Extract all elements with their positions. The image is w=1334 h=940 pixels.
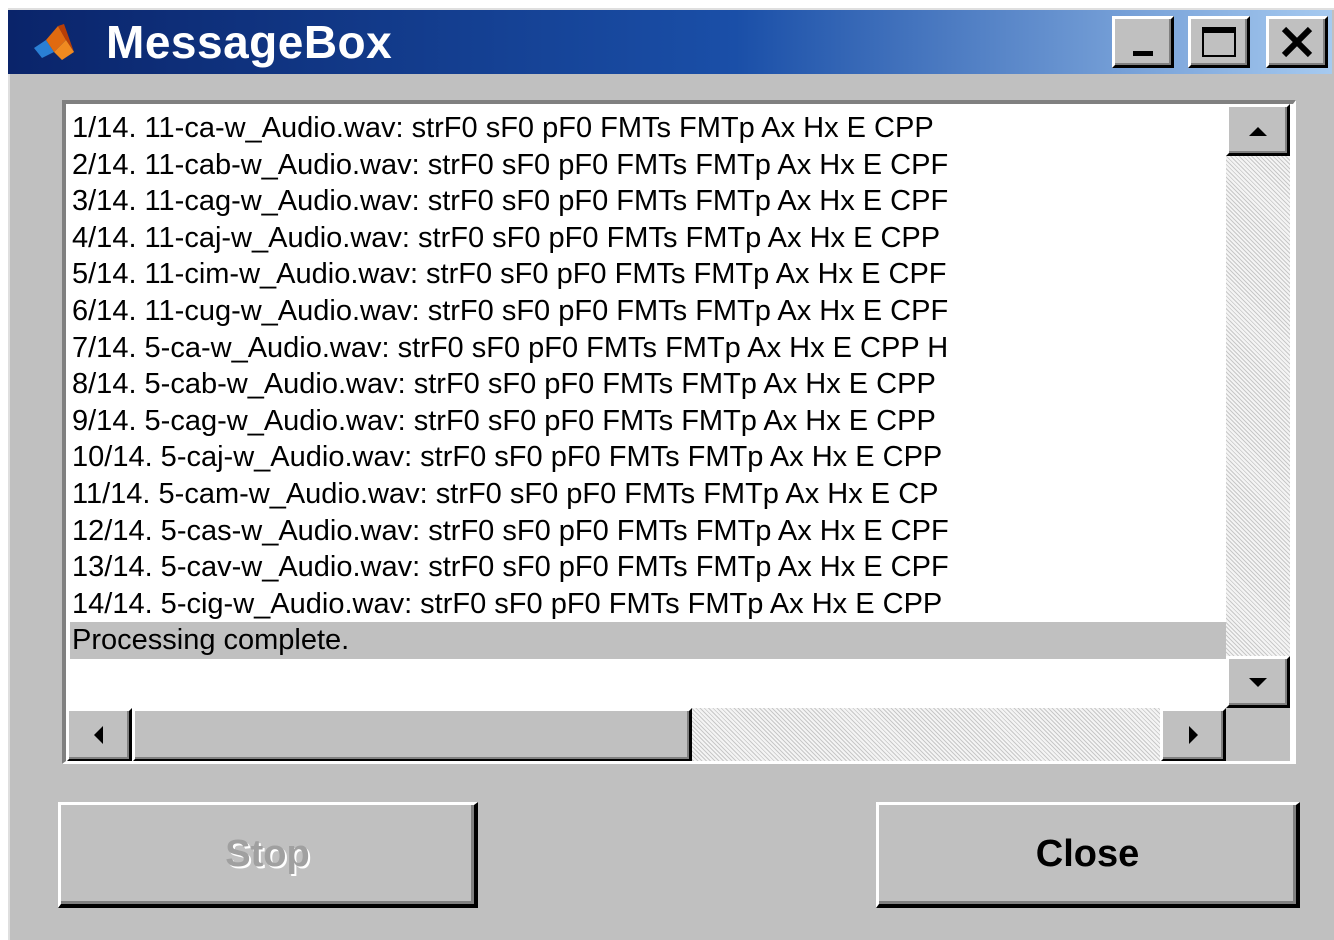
window-title: MessageBox — [106, 16, 393, 68]
message-list[interactable]: 1/14. 11-ca-w_Audio.wav: strF0 sF0 pF0 F… — [70, 110, 1226, 660]
scroll-left-button[interactable] — [66, 708, 132, 761]
minimize-icon — [1133, 51, 1153, 56]
list-item[interactable]: 10/14. 5-caj-w_Audio.wav: strF0 sF0 pF0 … — [70, 439, 1226, 476]
scroll-up-button[interactable] — [1226, 104, 1290, 156]
list-item[interactable]: 4/14. 11-caj-w_Audio.wav: strF0 sF0 pF0 … — [70, 220, 1226, 257]
list-item[interactable]: 3/14. 11-cag-w_Audio.wav: strF0 sF0 pF0 … — [70, 183, 1226, 220]
scroll-right-button[interactable] — [1160, 708, 1226, 761]
close-icon — [1281, 26, 1313, 58]
scrollbar-corner — [1226, 708, 1290, 761]
list-item[interactable]: 8/14. 5-cab-w_Audio.wav: strF0 sF0 pF0 F… — [70, 366, 1226, 403]
minimize-button[interactable] — [1112, 16, 1174, 68]
horizontal-scroll-thumb[interactable] — [132, 708, 692, 761]
scroll-down-button[interactable] — [1226, 656, 1290, 708]
list-item[interactable]: 13/14. 5-cav-w_Audio.wav: strF0 sF0 pF0 … — [70, 549, 1226, 586]
stop-button[interactable]: Stop — [58, 802, 478, 908]
matlab-logo-icon — [32, 22, 76, 62]
list-item[interactable]: 7/14. 5-ca-w_Audio.wav: strF0 sF0 pF0 FM… — [70, 330, 1226, 367]
list-item[interactable]: 12/14. 5-cas-w_Audio.wav: strF0 sF0 pF0 … — [70, 513, 1226, 550]
maximize-button[interactable] — [1188, 16, 1250, 68]
arrow-down-icon — [1249, 678, 1267, 687]
list-item[interactable]: 2/14. 11-cab-w_Audio.wav: strF0 sF0 pF0 … — [70, 147, 1226, 184]
list-item[interactable]: 11/14. 5-cam-w_Audio.wav: strF0 sF0 pF0 … — [70, 476, 1226, 513]
list-item[interactable]: 9/14. 5-cag-w_Audio.wav: strF0 sF0 pF0 F… — [70, 403, 1226, 440]
arrow-right-icon — [1189, 726, 1198, 744]
maximize-icon — [1202, 27, 1236, 57]
message-listbox[interactable]: 1/14. 11-ca-w_Audio.wav: strF0 sF0 pF0 F… — [62, 100, 1296, 764]
arrow-left-icon — [94, 726, 103, 744]
list-item[interactable]: 5/14. 11-cim-w_Audio.wav: strF0 sF0 pF0 … — [70, 256, 1226, 293]
list-item[interactable]: 6/14. 11-cug-w_Audio.wav: strF0 sF0 pF0 … — [70, 293, 1226, 330]
title-bar[interactable]: MessageBox — [8, 10, 1332, 74]
close-window-button[interactable] — [1266, 16, 1328, 68]
horizontal-scrollbar[interactable] — [66, 708, 1226, 761]
list-item[interactable]: 1/14. 11-ca-w_Audio.wav: strF0 sF0 pF0 F… — [70, 110, 1226, 147]
vertical-scrollbar[interactable] — [1226, 104, 1290, 708]
close-button[interactable]: Close — [876, 802, 1300, 908]
list-item-selected[interactable]: Processing complete. — [70, 622, 1226, 659]
arrow-up-icon — [1249, 127, 1267, 136]
list-item[interactable]: 14/14. 5-cig-w_Audio.wav: strF0 sF0 pF0 … — [70, 586, 1226, 623]
